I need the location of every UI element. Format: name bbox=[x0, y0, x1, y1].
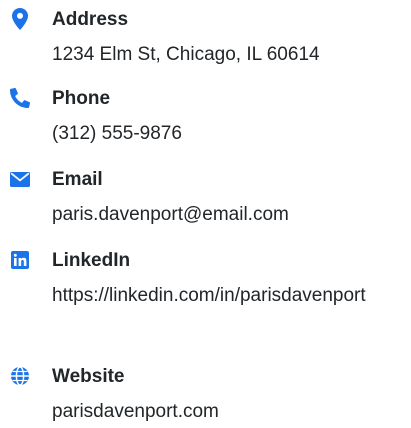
contact-label: LinkedIn bbox=[52, 250, 131, 271]
phone-value: (312) 555-9876 bbox=[52, 123, 182, 144]
contact-label: Phone bbox=[52, 88, 111, 109]
email-value: paris.davenport@email.com bbox=[52, 204, 289, 225]
contact-label: Email bbox=[52, 169, 103, 190]
linkedin-icon bbox=[10, 250, 30, 270]
map-pin-icon bbox=[10, 8, 30, 30]
phone-icon bbox=[10, 88, 30, 108]
contact-label: Website bbox=[52, 366, 125, 387]
address-value: 1234 Elm St, Chicago, IL 60614 bbox=[52, 44, 320, 65]
linkedin-value[interactable]: https://linkedin.com/in/parisdavenport bbox=[52, 280, 392, 312]
contact-label: Address bbox=[52, 9, 129, 30]
globe-icon bbox=[10, 366, 30, 386]
contact-info-list: Address 1234 Elm St, Chicago, IL 60614 P… bbox=[0, 0, 411, 422]
envelope-icon bbox=[10, 169, 30, 189]
website-value[interactable]: parisdavenport.com bbox=[52, 396, 392, 428]
